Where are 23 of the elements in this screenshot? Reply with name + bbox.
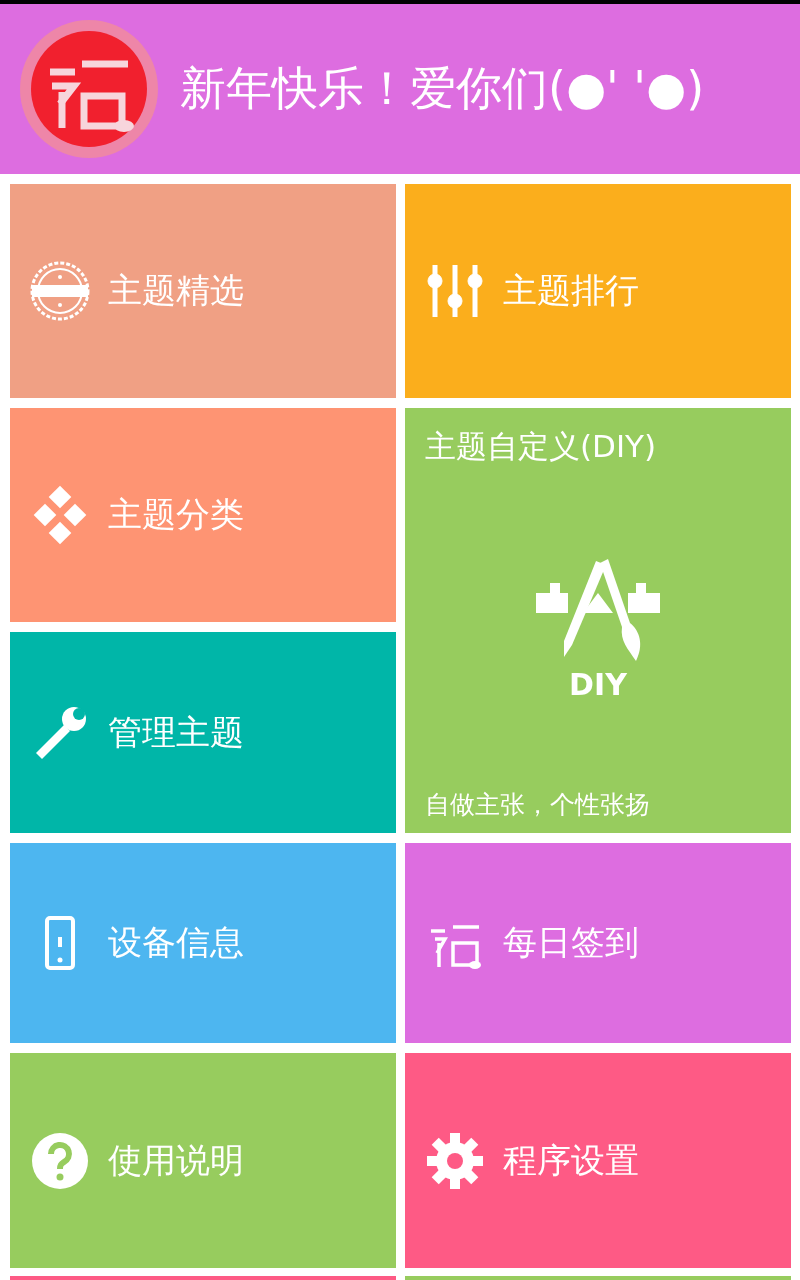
tile-label: 使用说明 [108, 1138, 244, 1182]
menu-tile[interactable]: 主题精选 [10, 184, 396, 398]
menu-tile[interactable]: 管理主题 [10, 632, 396, 833]
tile-label: 每日签到 [503, 921, 639, 964]
marquee-text: 新年快乐！爱你们(●' '●) [180, 60, 705, 117]
menu-tile[interactable]: 主题分类 [10, 408, 396, 622]
tile-label: 程序设置 [503, 1138, 639, 1182]
tile-caption: 自做主张，个性张扬 [425, 789, 650, 821]
menu-tile[interactable]: 主题自定义(DIY) DIY 自做主张，个性张扬 [405, 408, 791, 833]
menu-tile[interactable]: 程序设置 [405, 1053, 791, 1268]
tile-label: 主题排行 [503, 269, 639, 312]
menu-tile[interactable]: 设备信息 [10, 843, 396, 1043]
best-badge-icon [30, 261, 90, 321]
tile-title: 主题自定义(DIY) [425, 427, 657, 466]
menu-tile[interactable]: 使用说明 [10, 1053, 396, 1268]
menu-tile[interactable]: 每日签到 [405, 843, 791, 1043]
tile-label: 管理主题 [108, 710, 244, 754]
menu-tile[interactable]: 主题排行 [405, 184, 791, 398]
settings-icon [425, 1130, 485, 1191]
help-icon [30, 1130, 90, 1191]
tile-label: 主题分类 [108, 493, 244, 536]
tile-label: 设备信息 [108, 921, 244, 964]
tile-label: 主题精选 [108, 269, 244, 312]
